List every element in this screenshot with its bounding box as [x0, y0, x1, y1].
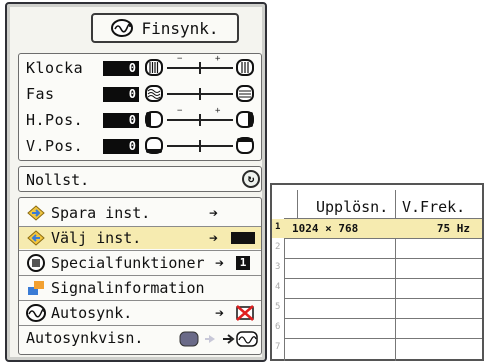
plus-sign: + [215, 54, 221, 64]
divider [19, 275, 261, 276]
list-item-signalinformation[interactable]: Signalinformation [19, 277, 261, 299]
minus-sign: − [177, 54, 183, 64]
table-row[interactable]: 5 [272, 299, 482, 318]
plus-sign: + [215, 106, 221, 116]
menu-panel: Finsynk. Klocka 0 − + Fas 0 H.Pos. 0 − +… [5, 2, 267, 362]
auto-sync-off-icon [236, 305, 254, 321]
minus-sign: − [177, 106, 183, 116]
adjust-value: 0 [103, 139, 139, 154]
adjust-slider[interactable] [167, 140, 233, 152]
list-item-specialfunktioner[interactable]: Specialfunktioner ➔ 1 [19, 252, 261, 274]
adjust-label: Fas [26, 85, 55, 103]
slider-thumb[interactable] [199, 140, 201, 152]
slider-thumb[interactable] [199, 62, 201, 74]
reset-icon[interactable]: ↻ [242, 170, 260, 188]
memory-slot-indicator [231, 232, 255, 244]
table-row[interactable]: 3 [272, 259, 482, 278]
adjust-slider[interactable] [167, 88, 233, 100]
adjust-value: 0 [103, 113, 139, 128]
row-number: 6 [275, 322, 281, 332]
adjust-row-hpos[interactable]: H.Pos. 0 − + [19, 106, 263, 132]
select-setting-icon [27, 230, 45, 246]
clock-dense-icon [145, 59, 163, 76]
list-item-spara-inst[interactable]: Spara inst. ➔ [19, 202, 261, 224]
reset-label: Nollst. [26, 171, 90, 189]
row-number: 5 [275, 302, 281, 312]
table-row[interactable]: 4 [272, 279, 482, 298]
reset-row[interactable]: Nollst. ↻ [18, 166, 262, 192]
arrow-right-icon: ➔ [209, 229, 219, 247]
row-number: 4 [275, 282, 281, 292]
resolution-table: Upplösn. V.Frek. 1 1024 × 768 75 Hz 2 3 … [270, 183, 484, 361]
list-item-autosynkvisn[interactable]: Autosynkvisn. [19, 327, 261, 349]
row-frequency: 75 Hz [436, 222, 470, 235]
auto-sync-icon [26, 304, 46, 322]
slider-thumb[interactable] [199, 88, 201, 100]
adjust-row-fas[interactable]: Fas 0 [19, 82, 263, 106]
list-item-label: Specialfunktioner [51, 254, 205, 272]
fine-sync-icon [111, 19, 134, 37]
list-item-valj-inst[interactable]: Välj inst. ➔ [19, 227, 261, 249]
arrow-right-icon: ➔ [209, 204, 219, 222]
slider-thumb[interactable] [199, 114, 201, 126]
list-item-label: Autosynk. [51, 304, 133, 322]
adjust-label: V.Pos. [26, 137, 84, 155]
adjust-slider[interactable]: − + [167, 54, 233, 74]
divider [19, 250, 261, 251]
list-item-autosynk[interactable]: Autosynk. ➔ [19, 302, 261, 324]
phase-lines-icon [236, 85, 254, 102]
auto-sync-display-selector[interactable] [179, 330, 259, 348]
table-row[interactable]: 1 1024 × 768 75 Hz [272, 219, 482, 238]
settings-list: Spara inst. ➔ Välj inst. ➔ Specialfunkti… [18, 197, 262, 355]
vertical-top-icon [236, 137, 254, 154]
column-header-frequency: V.Frek. [402, 198, 466, 216]
adjust-label: Klocka [26, 59, 84, 77]
signal-info-icon [28, 281, 44, 295]
divider [19, 300, 261, 301]
table-row[interactable]: 7 [272, 339, 482, 358]
arrow-right-icon: ➔ [215, 304, 225, 322]
column-header-resolution: Upplösn. [316, 198, 389, 216]
adjust-slider[interactable]: − + [167, 106, 233, 126]
adjust-group: Klocka 0 − + Fas 0 H.Pos. 0 − + V.Pos. 0 [18, 53, 262, 161]
special-modes-icon [27, 254, 45, 272]
list-item-label: Välj inst. [51, 229, 142, 247]
page-title: Finsynk. [141, 18, 219, 38]
save-setting-icon [27, 205, 45, 221]
list-item-label: Spara inst. [51, 204, 151, 222]
horizontal-right-icon [236, 111, 254, 128]
table-row[interactable]: 2 [272, 239, 482, 258]
row-number: 3 [275, 262, 281, 272]
divider [19, 325, 261, 326]
adjust-value: 0 [103, 61, 139, 76]
column-line [297, 190, 298, 218]
adjust-row-klocka[interactable]: Klocka 0 − + [19, 54, 263, 80]
clock-sparse-icon [236, 59, 254, 76]
row-number: 7 [275, 342, 281, 352]
table-row[interactable]: 6 [272, 319, 482, 338]
row-number: 1 [275, 222, 281, 232]
phase-wave-icon [145, 85, 163, 102]
list-item-label: Autosynkvisn. [26, 329, 144, 347]
menu-title-bar: Finsynk. [91, 13, 239, 43]
horizontal-left-icon [145, 111, 163, 128]
row-number: 2 [275, 242, 281, 252]
mode-number-badge: 1 [236, 256, 250, 270]
adjust-value: 0 [103, 87, 139, 102]
vertical-bottom-icon [145, 137, 163, 154]
adjust-label: H.Pos. [26, 111, 84, 129]
adjust-row-vpos[interactable]: V.Pos. 0 [19, 134, 263, 158]
list-item-label: Signalinformation [51, 279, 205, 297]
arrow-right-icon: ➔ [215, 254, 225, 272]
row-resolution: 1024 × 768 [292, 222, 359, 235]
